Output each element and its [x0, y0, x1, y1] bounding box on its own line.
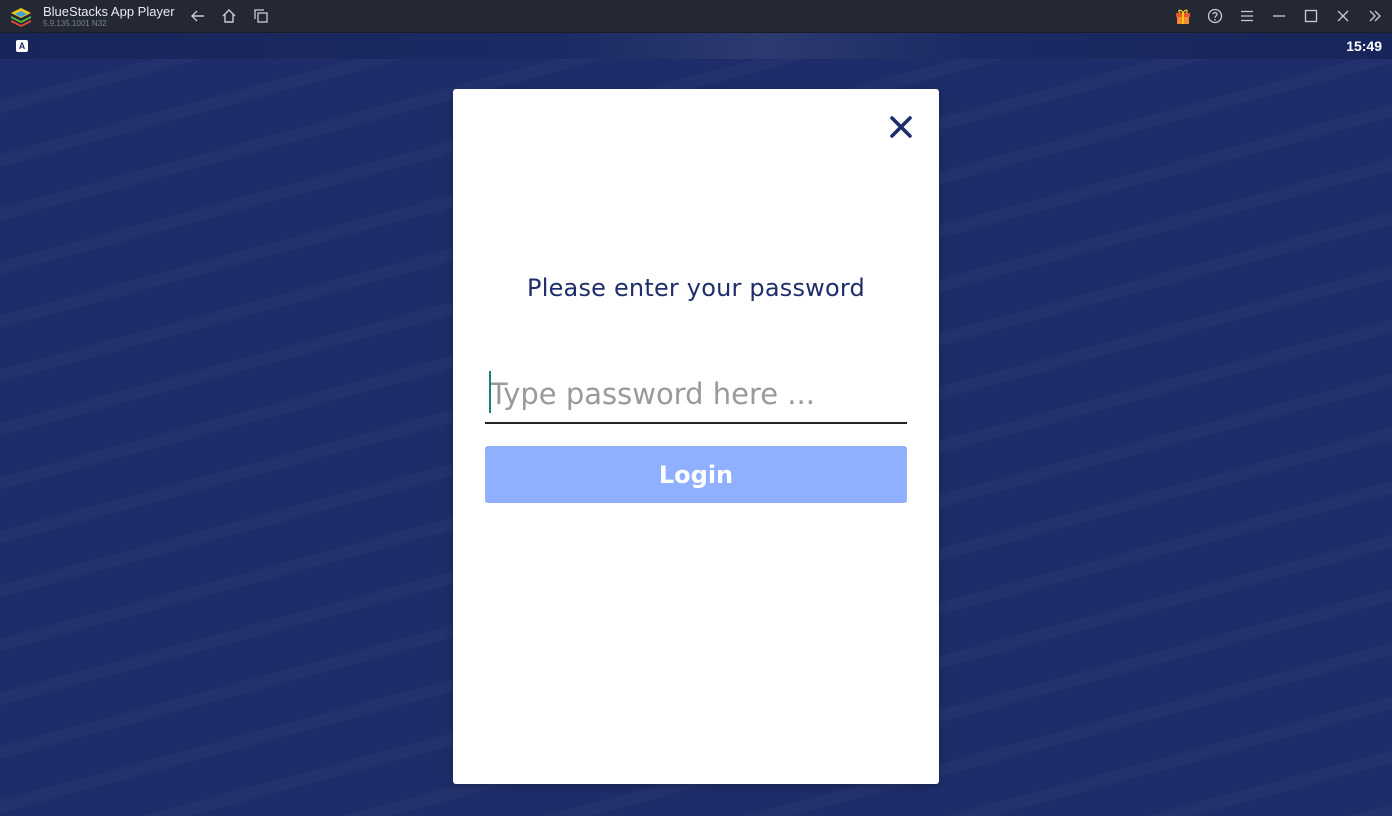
password-input[interactable] [485, 366, 907, 424]
app-version: 5.9.135.1001 N32 [43, 19, 107, 28]
maximize-icon [1304, 9, 1318, 23]
home-icon [222, 9, 236, 23]
bluestacks-window: BlueStacks App Player 5.9.135.1001 N32 A… [0, 0, 1392, 816]
dialog-heading: Please enter your password [527, 274, 865, 302]
gift-button[interactable] [1172, 5, 1194, 27]
maximize-button[interactable] [1300, 5, 1322, 27]
multitask-icon [254, 9, 268, 23]
help-button[interactable] [1204, 5, 1226, 27]
login-button[interactable]: Login [485, 446, 907, 503]
android-status-bar: A 15:49 [0, 33, 1392, 59]
app-title: BlueStacks App Player [43, 4, 175, 19]
notification-a-icon: A [16, 40, 28, 52]
close-window-button[interactable] [1332, 5, 1354, 27]
home-button[interactable] [218, 5, 240, 27]
multitask-button[interactable] [250, 5, 272, 27]
back-button[interactable] [187, 5, 209, 27]
password-dialog: Please enter your password Login [453, 89, 939, 784]
text-cursor [489, 371, 491, 413]
menu-icon [1241, 10, 1253, 22]
collapse-sidebar-button[interactable] [1364, 5, 1386, 27]
help-icon [1207, 8, 1223, 24]
bluestacks-logo [11, 8, 31, 27]
close-icon [890, 116, 912, 138]
status-time: 15:49 [1346, 38, 1382, 54]
title-bar: BlueStacks App Player 5.9.135.1001 N32 [0, 0, 1392, 33]
menu-button[interactable] [1236, 5, 1258, 27]
collapse-sidebar-icon [1369, 10, 1381, 22]
minimize-button[interactable] [1268, 5, 1290, 27]
close-icon [1337, 10, 1349, 22]
minimize-icon [1273, 15, 1285, 17]
dialog-close-button[interactable] [887, 113, 915, 141]
gift-icon [1176, 9, 1190, 24]
back-icon [191, 10, 204, 22]
